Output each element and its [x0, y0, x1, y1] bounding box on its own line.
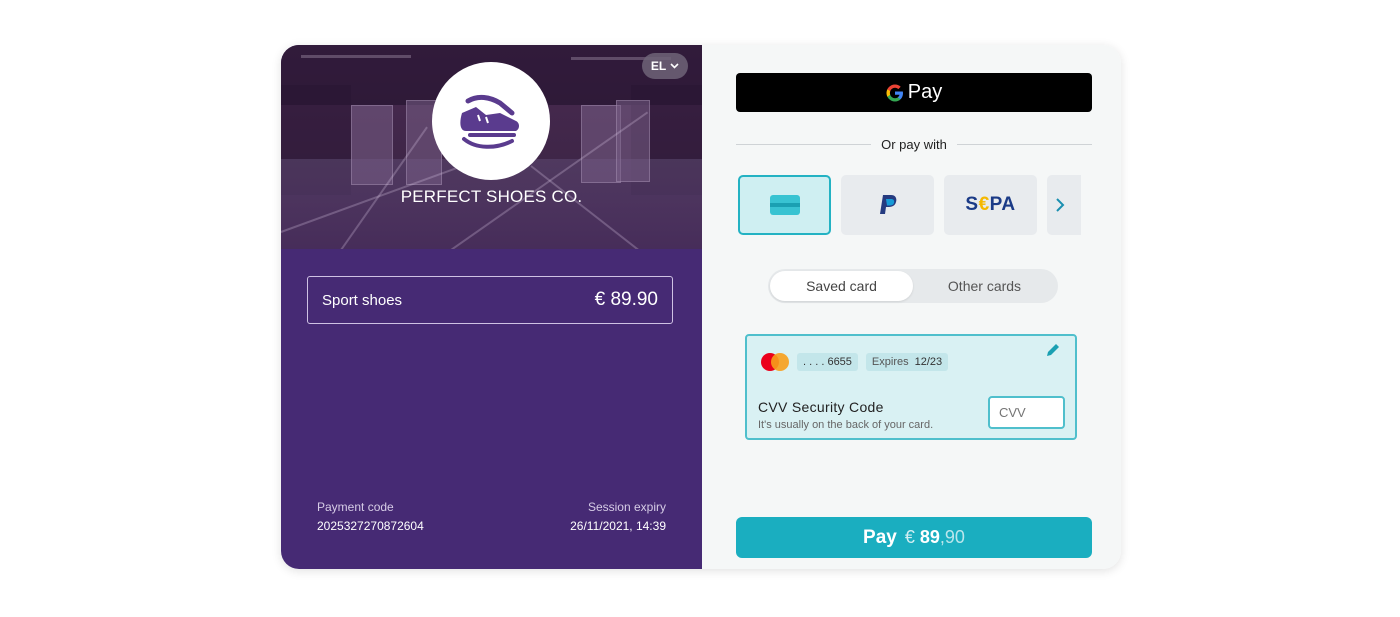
- or-pay-with-divider: Or pay with: [736, 137, 1092, 152]
- language-selector[interactable]: EL: [642, 53, 688, 79]
- method-card-button[interactable]: [738, 175, 831, 235]
- language-code: EL: [650, 59, 667, 73]
- edit-card-button[interactable]: [1045, 342, 1061, 363]
- payment-code-value: 2025327270872604: [317, 519, 424, 533]
- chevron-right-icon: [1056, 198, 1065, 212]
- session-expiry-label: Session expiry: [587, 500, 666, 514]
- order-item: Sport shoes € 89.90: [307, 276, 673, 324]
- pencil-icon: [1047, 344, 1059, 356]
- google-pay-label: Pay: [907, 81, 943, 103]
- method-sepa-button[interactable]: S€PA: [944, 175, 1037, 235]
- chevron-down-icon: [670, 63, 679, 69]
- pay-button-amount: € 89,90: [904, 527, 965, 547]
- google-pay-button[interactable]: Pay: [736, 73, 1092, 112]
- sepa-logo: S€PA: [965, 194, 1016, 215]
- mastercard-icon: [761, 353, 789, 371]
- merchant-name: PERFECT SHOES CO.: [400, 187, 583, 206]
- more-methods-button[interactable]: [1047, 175, 1081, 235]
- session-expiry: Session expiry 26/11/2021, 14:39: [570, 500, 666, 533]
- shoe-icon: [460, 94, 519, 149]
- payment-methods: S€PA: [738, 175, 1084, 235]
- paypal-icon: [879, 195, 896, 214]
- pay-button[interactable]: Pay € 89,90: [736, 517, 1092, 558]
- payment-code-label: Payment code: [317, 500, 394, 514]
- merchant-panel: EL PERFECT SHOES CO. Sport shoes € 89.90…: [281, 45, 702, 569]
- card-summary: . . . . 6655 Expires 12/23: [761, 353, 949, 371]
- or-pay-with-text: Or pay with: [881, 137, 947, 152]
- item-name: Sport shoes: [322, 291, 403, 309]
- payment-panel: Pay Or pay with S€PA Saved card Other ca…: [702, 45, 1121, 569]
- tab-other-cards[interactable]: Other cards: [913, 271, 1056, 301]
- store-hero-image: EL PERFECT SHOES CO.: [281, 45, 702, 249]
- saved-card-panel: . . . . 6655 Expires 12/23 CVV Security C…: [745, 334, 1077, 440]
- tab-saved-card[interactable]: Saved card: [770, 271, 913, 301]
- merchant-logo: [432, 62, 550, 180]
- item-price: € 89.90: [594, 289, 658, 310]
- card-toggle: Saved card Other cards: [768, 269, 1058, 303]
- credit-card-icon: [769, 195, 800, 215]
- card-expiry: Expires 12/23: [865, 353, 949, 371]
- masked-card-number: . . . . 6655: [797, 353, 858, 371]
- cvv-hint: It's usually on the back of your card.: [758, 419, 934, 431]
- cvv-input[interactable]: [988, 396, 1065, 429]
- pay-button-label: Pay: [863, 526, 897, 548]
- checkout-card: EL PERFECT SHOES CO. Sport shoes € 89.90…: [281, 45, 1121, 569]
- method-paypal-button[interactable]: [841, 175, 934, 235]
- cvv-title: CVV Security Code: [758, 399, 884, 415]
- google-g-icon: [886, 84, 903, 101]
- payment-code: Payment code 2025327270872604: [317, 500, 424, 533]
- session-expiry-value: 26/11/2021, 14:39: [570, 519, 666, 533]
- expires-value: 12/23: [914, 356, 943, 368]
- expires-label: Expires: [871, 356, 909, 368]
